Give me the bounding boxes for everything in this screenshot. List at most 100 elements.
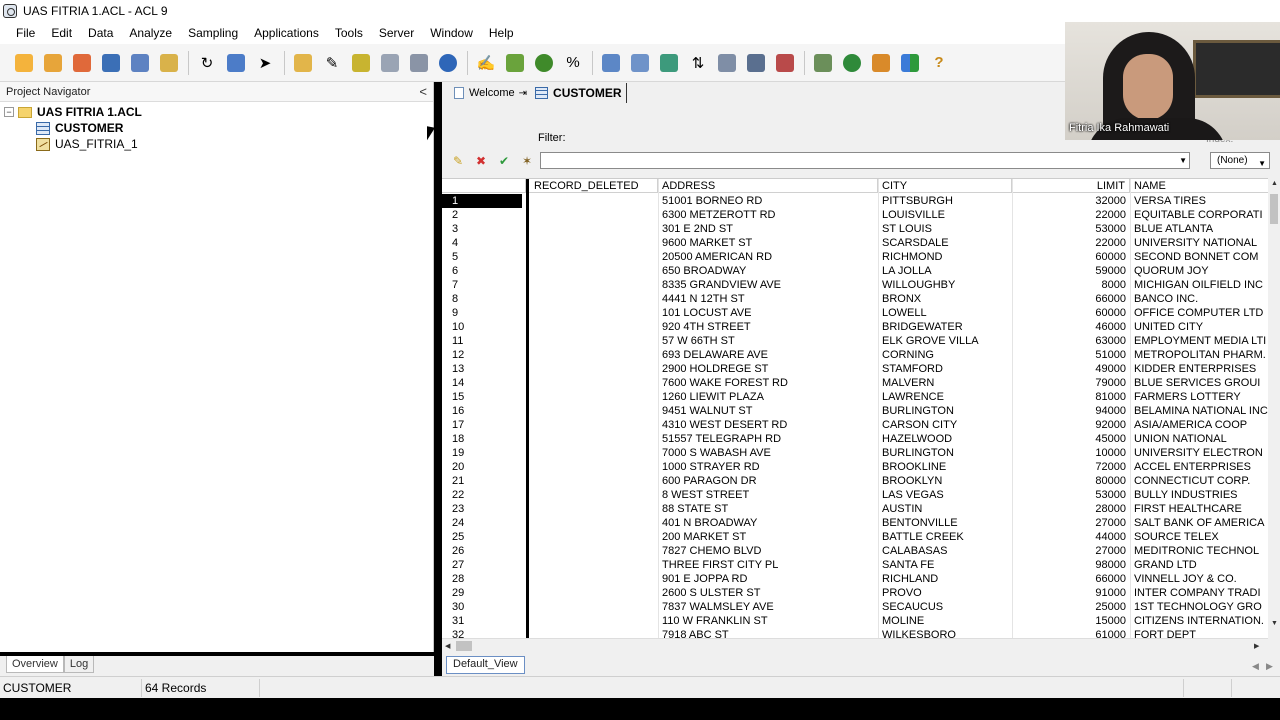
table-row[interactable]: 10 920 4TH STREET BRIDGEWATER 46000 UNITED C… xyxy=(442,320,1268,334)
table-row[interactable]: 21 600 PARAGON DR BROOKLYN 80000 CONNECTICUT… xyxy=(442,474,1268,488)
table-cell[interactable]: RICHLAND xyxy=(878,572,1012,586)
table-cell[interactable]: BRIDGEWATER xyxy=(878,320,1012,334)
menu-server[interactable]: Server xyxy=(371,26,422,40)
table-cell[interactable]: SCARSDALE xyxy=(878,236,1012,250)
send-icon[interactable]: ➤ xyxy=(253,51,277,75)
table-cell[interactable]: 91000 xyxy=(1012,586,1130,600)
table-cell[interactable] xyxy=(530,334,658,348)
menu-window[interactable]: Window xyxy=(422,26,481,40)
cross-tab-icon[interactable] xyxy=(657,51,681,75)
column-header-city[interactable]: CITY xyxy=(878,179,1012,193)
table-cell[interactable]: 88 STATE ST xyxy=(658,502,878,516)
table-row[interactable]: 23 88 STATE ST AUSTIN 28000 FIRST HEALTHCARE xyxy=(442,502,1268,516)
table-cell[interactable]: 1ST TECHNOLOGY GRO xyxy=(1130,600,1268,614)
menu-tools[interactable]: Tools xyxy=(327,26,371,40)
table-cell[interactable]: MALVERN xyxy=(878,376,1012,390)
table-cell[interactable]: ASIA/AMERICA COOP xyxy=(1130,418,1268,432)
table-cell[interactable]: BATTLE CREEK xyxy=(878,530,1012,544)
table-cell[interactable]: LA JOLLA xyxy=(878,264,1012,278)
table-cell[interactable]: UNIVERSITY NATIONAL xyxy=(1130,236,1268,250)
table-cell[interactable]: 27000 xyxy=(1012,516,1130,530)
table-cell[interactable]: PITTSBURGH xyxy=(878,194,1012,208)
add-column-icon[interactable] xyxy=(349,51,373,75)
table-cell[interactable] xyxy=(530,264,658,278)
table-cell[interactable]: 6300 METZEROTT RD xyxy=(658,208,878,222)
tree-item-script[interactable]: UAS_FITRIA_1 xyxy=(4,136,433,152)
table-cell[interactable]: 28000 xyxy=(1012,502,1130,516)
collapse-navigator-button[interactable]: < xyxy=(419,84,427,99)
table-cell[interactable] xyxy=(530,474,658,488)
table-cell[interactable]: MOLINE xyxy=(878,614,1012,628)
table-cell[interactable]: CONNECTICUT CORP. xyxy=(1130,474,1268,488)
table-row[interactable]: 28 901 E JOPPA RD RICHLAND 66000 VINNELL JOY… xyxy=(442,572,1268,586)
scroll-thumb[interactable] xyxy=(1270,194,1278,224)
duplicates-icon[interactable] xyxy=(773,51,797,75)
table-cell[interactable]: 693 DELAWARE AVE xyxy=(658,348,878,362)
table-cell[interactable] xyxy=(530,530,658,544)
table-cell[interactable]: 66000 xyxy=(1012,572,1130,586)
table-cell[interactable]: 7837 WALMSLEY AVE xyxy=(658,600,878,614)
table-cell[interactable] xyxy=(530,208,658,222)
table-cell[interactable]: 25000 xyxy=(1012,600,1130,614)
table-cell[interactable]: 600 PARAGON DR xyxy=(658,474,878,488)
table-cell[interactable] xyxy=(530,418,658,432)
close-project-icon[interactable] xyxy=(70,51,94,75)
row-number[interactable]: 7 xyxy=(442,278,522,292)
row-number[interactable]: 29 xyxy=(442,586,522,600)
table-row[interactable]: 24 401 N BROADWAY BENTONVILLE 27000 SALT BAN… xyxy=(442,516,1268,530)
table-cell[interactable]: VERSA TIRES xyxy=(1130,194,1268,208)
table-cell[interactable]: 57 W 66TH ST xyxy=(658,334,878,348)
table-row[interactable]: 31 110 W FRANKLIN ST MOLINE 15000 CITIZENS I… xyxy=(442,614,1268,628)
row-number[interactable]: 20 xyxy=(442,460,522,474)
view-tabs-next-icon[interactable]: ▶ xyxy=(1266,661,1273,672)
table-cell[interactable]: EMPLOYMENT MEDIA LTI xyxy=(1130,334,1268,348)
open-project-icon[interactable] xyxy=(41,51,65,75)
column-header-name[interactable]: NAME xyxy=(1130,179,1268,193)
table-row[interactable]: 4 9600 MARKET ST SCARSDALE 22000 UNIVERSITY … xyxy=(442,236,1268,250)
statistics-icon[interactable] xyxy=(503,51,527,75)
copy-icon[interactable] xyxy=(291,51,315,75)
scroll-left-icon[interactable]: ◀ xyxy=(445,642,450,650)
table-row[interactable]: 15 1260 LIEWIT PLAZA LAWRENCE 81000 FARMERS … xyxy=(442,390,1268,404)
table-cell[interactable]: 51001 BORNEO RD xyxy=(658,194,878,208)
row-number[interactable]: 9 xyxy=(442,306,522,320)
table-cell[interactable]: 101 LOCUST AVE xyxy=(658,306,878,320)
summarize-icon[interactable] xyxy=(628,51,652,75)
table-cell[interactable]: 20500 AMERICAN RD xyxy=(658,250,878,264)
table-cell[interactable] xyxy=(530,586,658,600)
table-cell[interactable] xyxy=(530,236,658,250)
table-cell[interactable]: 10000 xyxy=(1012,446,1130,460)
table-cell[interactable]: 9600 MARKET ST xyxy=(658,236,878,250)
chevron-down-icon[interactable]: ▼ xyxy=(1258,156,1266,171)
save-icon[interactable] xyxy=(99,51,123,75)
table-cell[interactable] xyxy=(530,292,658,306)
age-icon[interactable] xyxy=(532,51,556,75)
table-cell[interactable]: UNION NATIONAL xyxy=(1130,432,1268,446)
table-row[interactable]: 12 693 DELAWARE AVE CORNING 51000 METROPOLIT… xyxy=(442,348,1268,362)
tab-welcome[interactable]: Welcome ⇥ xyxy=(450,83,531,103)
print-icon[interactable] xyxy=(128,51,152,75)
table-cell[interactable]: CORNING xyxy=(878,348,1012,362)
table-cell[interactable]: RICHMOND xyxy=(878,250,1012,264)
color-grid-icon[interactable] xyxy=(898,51,922,75)
find-icon[interactable] xyxy=(157,51,181,75)
percent-icon[interactable]: % xyxy=(561,51,585,75)
table-cell[interactable]: 200 MARKET ST xyxy=(658,530,878,544)
row-number[interactable]: 24 xyxy=(442,516,522,530)
table-cell[interactable]: 1000 STRAYER RD xyxy=(658,460,878,474)
column-header-record-deleted[interactable]: RECORD_DELETED xyxy=(530,179,658,193)
table-cell[interactable]: 81000 xyxy=(1012,390,1130,404)
table-cell[interactable] xyxy=(530,432,658,446)
row-number[interactable]: 11 xyxy=(442,334,522,348)
index-select[interactable]: (None) ▼ xyxy=(1210,152,1270,169)
table-row[interactable]: 6 650 BROADWAY LA JOLLA 59000 QUORUM JOY xyxy=(442,264,1268,278)
histogram-icon[interactable] xyxy=(744,51,768,75)
scroll-thumb[interactable] xyxy=(456,641,472,651)
row-number[interactable]: 10 xyxy=(442,320,522,334)
table-row[interactable]: 17 4310 WEST DESERT RD CARSON CITY 92000 ASI… xyxy=(442,418,1268,432)
table-cell[interactable]: MICHIGAN OILFIELD INC xyxy=(1130,278,1268,292)
table-cell[interactable]: LOUISVILLE xyxy=(878,208,1012,222)
row-number[interactable]: 30 xyxy=(442,600,522,614)
table-cell[interactable]: 8 WEST STREET xyxy=(658,488,878,502)
table-cell[interactable]: FARMERS LOTTERY xyxy=(1130,390,1268,404)
